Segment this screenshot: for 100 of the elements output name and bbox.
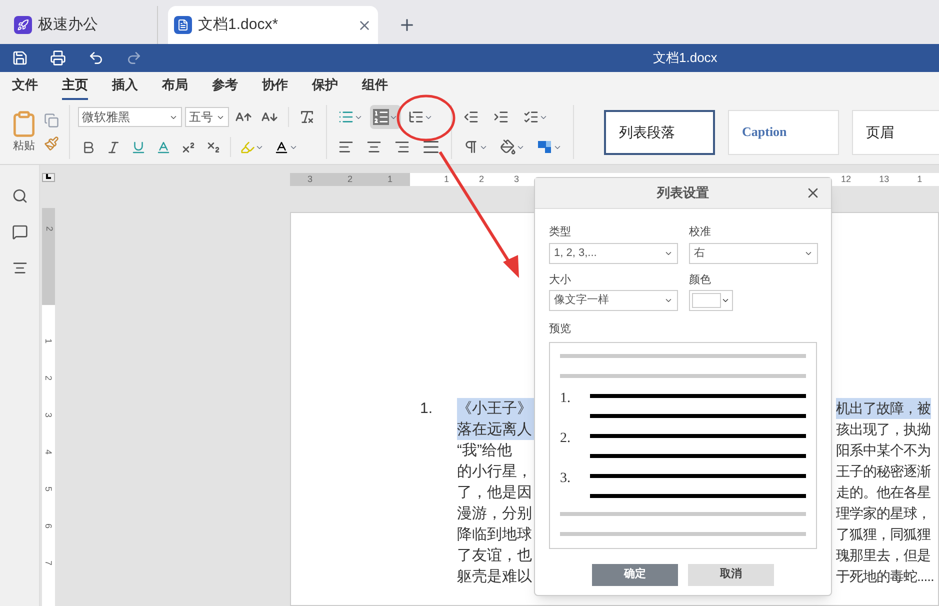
rocket-icon [14,16,32,34]
field-label: 类型 [549,225,572,240]
font-select[interactable]: 微软雅黑 [78,107,182,127]
ruler-number: 1 [387,172,392,186]
color-picker[interactable] [689,290,733,311]
menu-tab[interactable]: 插入 [112,72,138,100]
menu-tab[interactable]: 协作 [262,72,288,100]
text-line: 了友谊，也 [457,546,533,566]
caret-icon [721,296,730,305]
format-painter-icon[interactable] [44,136,59,151]
text-line: 躯壳是难以 [457,567,533,587]
text-line: 了狐狸，同狐狸 [836,525,930,544]
ruler-number: 13 [879,172,890,186]
field-label: 大小 [549,272,572,288]
bullet-list-icon [338,109,354,125]
comment-icon[interactable] [12,224,28,240]
text-line: 了，他是因 [457,483,533,503]
fill-bucket-icon [500,139,516,155]
tab-title: 文档1.docx* [198,14,280,35]
ruler-number: 1 [917,172,922,186]
align-left-icon [338,139,354,155]
menu-tab[interactable]: 保护 [312,72,338,100]
increase-indent-icon [493,109,509,125]
tab-stop-icon[interactable] [42,173,55,182]
document-icon [174,16,192,34]
new-tab-icon[interactable] [398,16,416,34]
ruler-number: 2 [43,226,56,232]
ruler-number: 2 [479,172,484,186]
cancel-button[interactable]: 取消 [688,564,774,586]
highlighter-icon [240,140,255,154]
ruler-number: 1 [42,338,54,344]
ruler-number: 6 [42,524,54,528]
ruler-number: 3 [307,172,312,186]
menu-tab[interactable]: 参考 [212,72,238,100]
dropdown-field[interactable]: 1, 2, 3,... [549,242,678,264]
text-line: 阳系中某个不为 [836,441,930,460]
menu-tab[interactable]: 文件 [12,72,38,100]
justify-icon [422,138,440,156]
window-title: 文档1.docx [653,49,718,68]
text-line: 孩出现了，执拗 [836,420,930,439]
dropdown-field[interactable]: 右 [689,242,818,264]
dialog-title: 列表设置 [657,184,709,202]
preview-number: 1. [560,392,572,408]
paste-button[interactable]: 粘贴 [10,110,38,154]
preview-label: 预览 [548,322,572,337]
ruler-number: 3 [42,412,54,418]
bold-icon [81,140,96,154]
multilevel-list-icon [408,109,424,125]
text-line: 瑰那里去，但是 [836,546,930,565]
field-label: 校准 [689,225,712,240]
undo-icon[interactable] [88,50,104,66]
ruler-number: 5 [42,486,54,492]
style-preset[interactable]: 页眉 [852,110,939,154]
ruler-number: 1 [444,172,450,186]
size-select[interactable]: 五号 [185,107,229,127]
text-line: 的小行星， [457,462,533,482]
field-label: 颜色 [689,272,712,288]
text-line: 王子的秘密逐渐 [836,462,930,481]
caret-icon [664,296,673,305]
preview-number: 3. [560,472,572,488]
browser-tab[interactable]: 文档1.docx* [168,6,378,44]
numbered-list-button[interactable] [370,105,401,129]
border-icon [537,139,553,155]
text-effect-icon [156,140,171,154]
clear-format-icon [299,109,315,125]
decrease-indent-icon [463,109,479,125]
search-icon[interactable] [12,188,28,204]
align-right-icon [394,139,410,155]
text-line: 降临到地球 [457,525,533,545]
align-center-icon [366,139,382,155]
numbered-list-icon [373,109,389,125]
text-line: 漫游，分别 [457,504,533,524]
ruler-number: 2 [347,172,352,186]
text-line: 理学家的星球， [836,504,930,523]
subscript-icon [206,140,221,154]
print-icon[interactable] [50,50,66,66]
italic-icon [106,140,121,154]
confirm-button[interactable]: 确定 [592,564,678,586]
outline-icon[interactable] [12,260,28,276]
save-icon[interactable] [12,50,28,66]
font-color-icon [274,140,289,154]
ruler-number: 12 [841,172,852,186]
style-preset[interactable]: 列表段落 [604,110,715,154]
dropdown-field[interactable]: 像文字一样 [549,290,678,311]
text-line: 走的。他在各星 [836,483,930,502]
ruler-number: 4 [42,450,54,454]
superscript-icon [181,140,196,154]
highlight-circle [396,94,456,142]
ruler-number: 2 [42,376,54,380]
ruler-number: 7 [42,560,54,566]
list-number: 1. [420,399,434,419]
preview-number: 2. [560,432,572,448]
text-line: “我”给他 [457,441,513,461]
tab-title: 极速办公 [38,14,99,35]
style-preset[interactable]: Caption [728,110,839,154]
menu-tab[interactable]: 组件 [362,72,388,100]
underline-icon [131,140,146,154]
menu-tab[interactable]: 布局 [162,72,188,100]
ruler-number: 3 [514,172,520,186]
text-line: 于死地的毒蛇..... [836,567,934,586]
